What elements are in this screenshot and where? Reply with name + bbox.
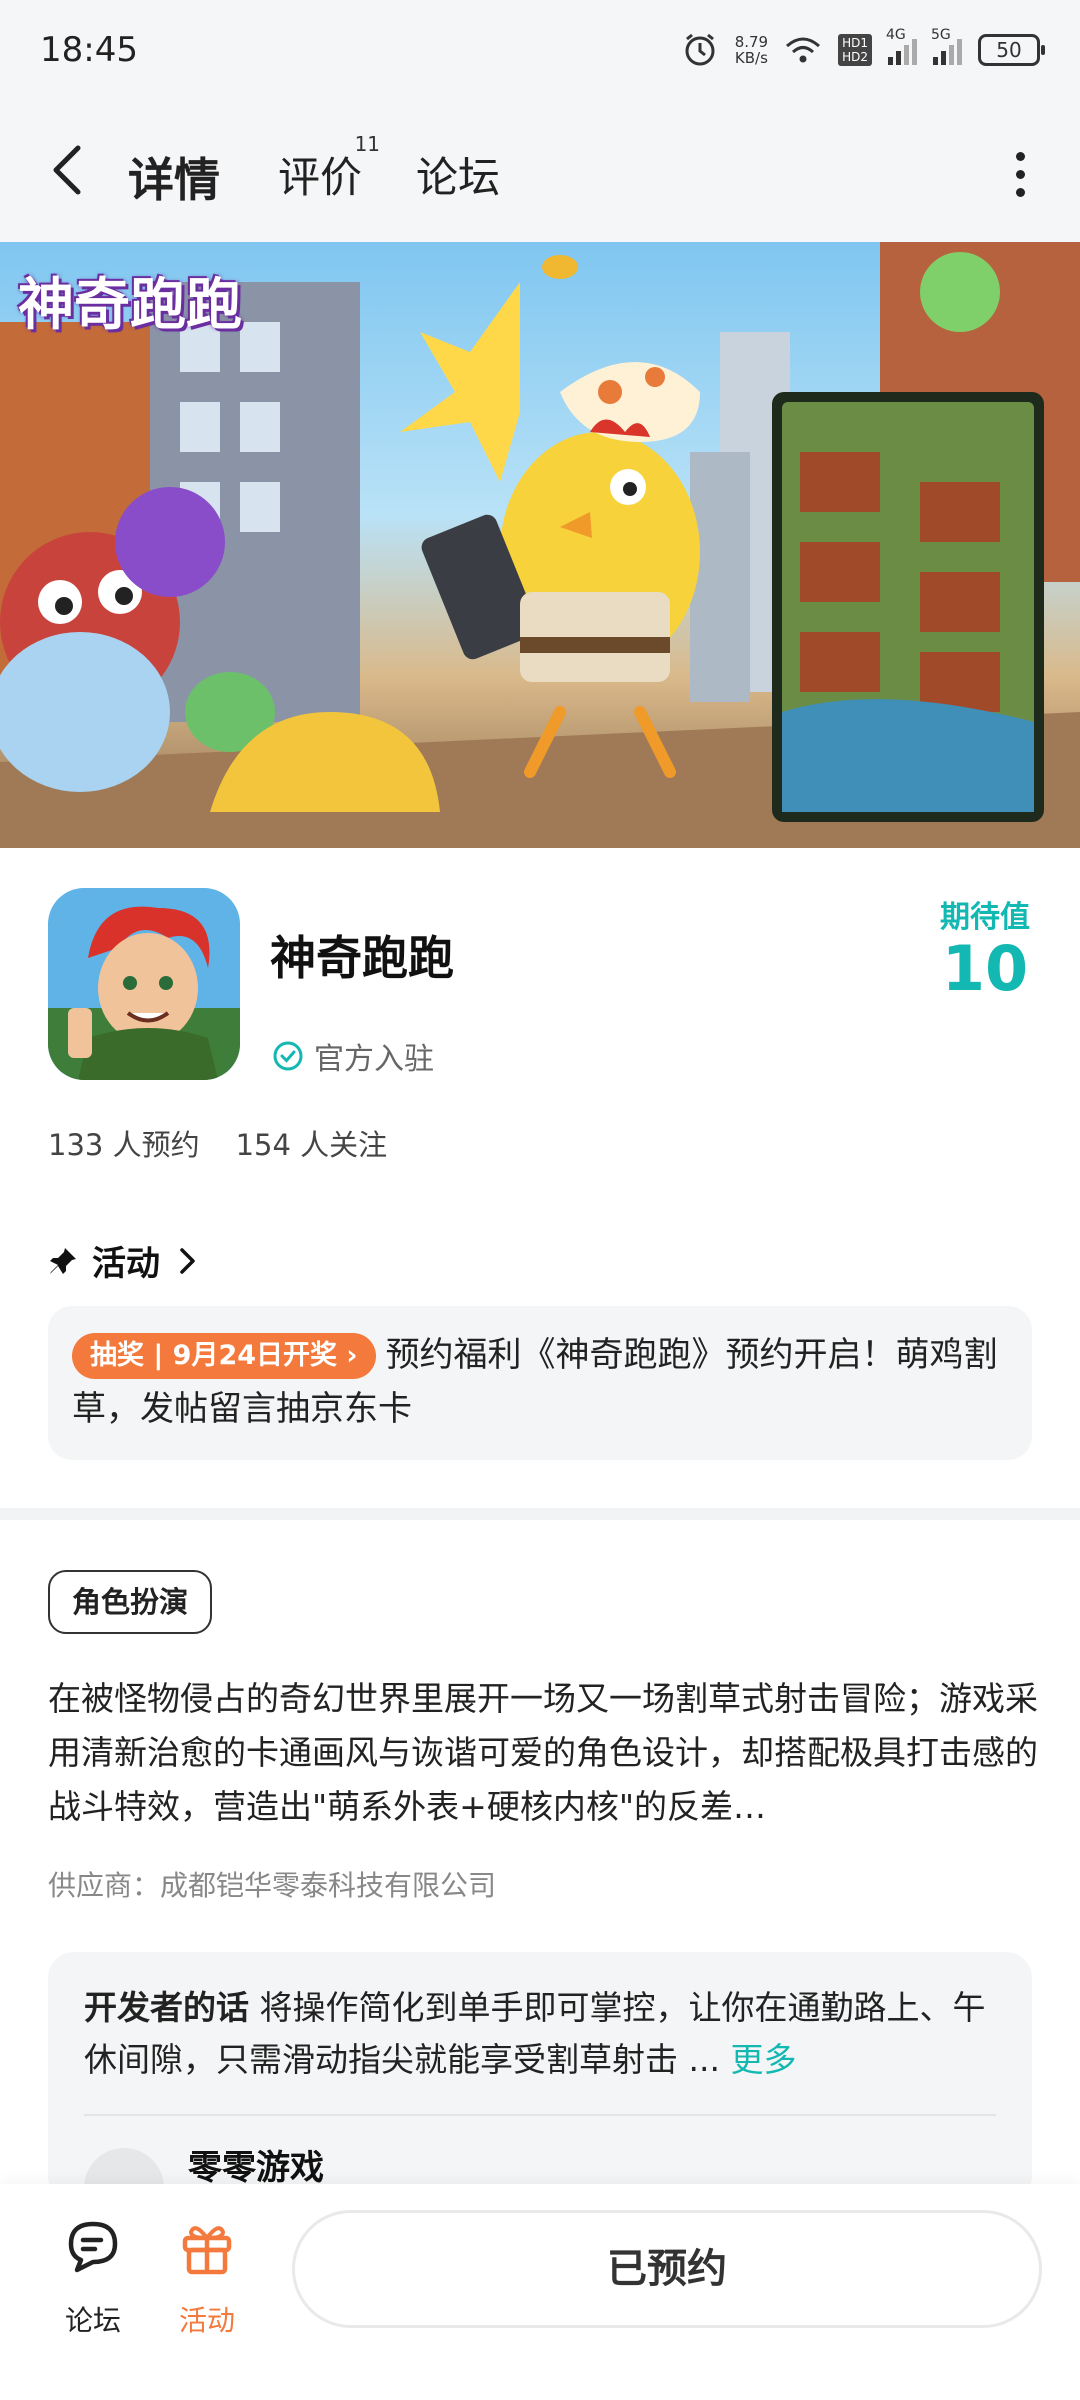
developer-note: 开发者的话 将操作简化到单手即可掌控，让你在通勤路上、午休间隙，只需滑动指尖就能… <box>84 1982 996 2086</box>
more-dot-icon <box>1015 151 1025 161</box>
more-options-button[interactable] <box>990 144 1050 204</box>
signal-4g-icon: 4G <box>886 27 917 65</box>
back-button[interactable] <box>40 140 100 200</box>
status-time: 18:45 <box>40 30 138 70</box>
official-badge: 官方入驻 <box>272 1034 434 1078</box>
status-bar: 18:45 8.79 KB/s HD1 HD2 4G 5G 50 <box>0 0 1080 100</box>
wifi-icon <box>786 37 821 63</box>
more-dot-icon <box>1015 187 1025 197</box>
bottom-action-bar: 论坛 活动 已预约 <box>0 2184 1080 2400</box>
verified-check-icon <box>273 1041 303 1071</box>
reserved-button[interactable]: 已预约 <box>292 2210 1042 2328</box>
section-divider <box>0 1508 1080 1520</box>
top-nav: 详情 评价 11 论坛 <box>0 100 1080 242</box>
activity-card[interactable]: 抽奖 | 9月24日开奖 › 预约福利《神奇跑跑》预约开启！萌鸡割草，发帖留言抽京… <box>48 1306 1032 1460</box>
lottery-badge: 抽奖 | 9月24日开奖 › <box>72 1333 376 1379</box>
supplier-info: 供应商：成都铠华零泰科技有限公司 <box>48 1869 497 1902</box>
forum-chat-icon <box>68 2221 118 2273</box>
status-icons: 8.79 KB/s HD1 HD2 4G 5G 50 <box>681 26 1045 74</box>
follower-count: 154 人关注 <box>235 1128 388 1162</box>
chevron-right-icon <box>180 1247 195 1274</box>
developer-note-card[interactable]: 开发者的话 将操作简化到单手即可掌控，让你在通勤路上、午休间隙，只需滑动指尖就能… <box>48 1952 1032 2202</box>
developer-more-link[interactable]: 更多 <box>730 2040 796 2079</box>
banner-game-logo: 神奇跑跑 <box>18 273 242 338</box>
network-speed: 8.79 KB/s <box>734 33 769 67</box>
game-banner[interactable]: 神奇跑跑 <box>0 242 1080 848</box>
expectation-value: 10 <box>941 932 1029 1005</box>
expectation-label: 期待值 <box>940 900 1030 935</box>
reviews-count-badge: 11 <box>354 132 381 156</box>
back-arrow-icon <box>53 145 81 195</box>
expectation-score: 期待值 10 <box>940 892 1030 1002</box>
more-dot-icon <box>1015 169 1025 179</box>
app-name: 神奇跑跑 <box>270 931 454 985</box>
bottom-forum-button[interactable]: 论坛 <box>38 2214 148 2339</box>
signal-5g-icon: 5G <box>931 27 962 65</box>
tab-forum[interactable]: 论坛 <box>416 144 500 205</box>
gift-icon <box>182 2226 232 2275</box>
battery-icon: 50 <box>978 34 1045 66</box>
tab-reviews[interactable]: 评价 11 <box>278 132 380 205</box>
pin-icon <box>50 1247 76 1274</box>
tab-details[interactable]: 详情 <box>122 144 226 210</box>
app-icon-image <box>48 888 240 1080</box>
alarm-icon <box>685 33 715 66</box>
game-description[interactable]: 在被怪物侵占的奇幻世界里展开一场又一场割草式射击冒险；游戏采用清新治愈的卡通画风… <box>48 1672 1038 1834</box>
reservation-count: 133 人预约 <box>48 1128 200 1162</box>
hd-badge: HD1 HD2 <box>838 34 872 66</box>
developer-note-label: 开发者的话 <box>84 1988 249 2027</box>
bottom-activity-button[interactable]: 活动 <box>152 2214 262 2339</box>
developer-name[interactable]: 零零游戏 <box>188 2140 324 2189</box>
app-icon <box>48 888 240 1080</box>
activity-section-header[interactable]: 活动 <box>48 1236 200 1285</box>
app-stats: 133 人预约 154 人关注 <box>48 1122 387 1164</box>
developer-divider <box>84 2114 996 2116</box>
genre-tag[interactable]: 角色扮演 <box>48 1570 213 1634</box>
